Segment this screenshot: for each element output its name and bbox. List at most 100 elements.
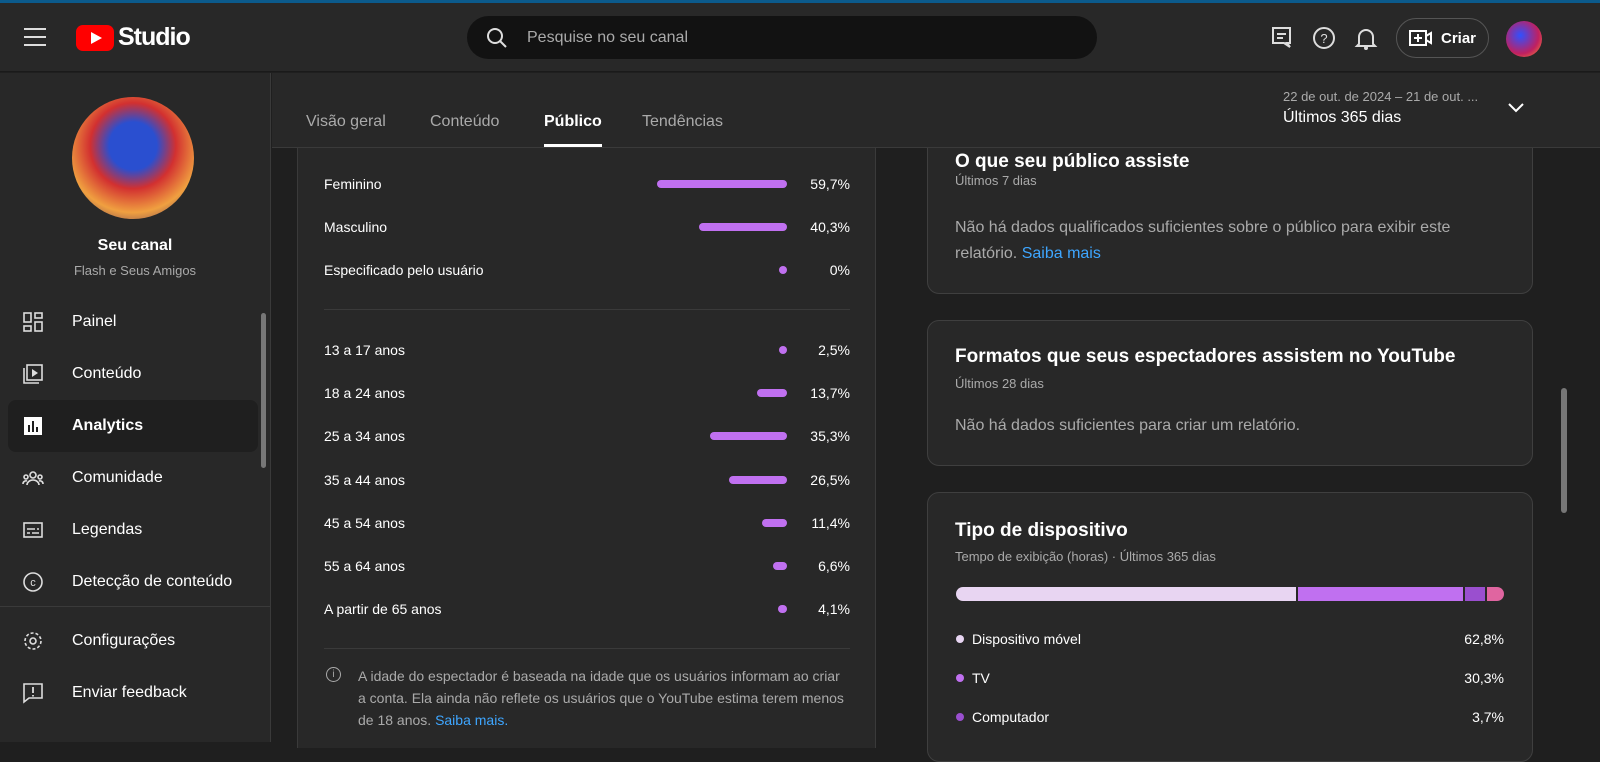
percent-bar xyxy=(778,605,787,614)
dashboard-icon xyxy=(23,312,43,332)
demographics-card: Feminino 59,7% Masculino 40,3% Especificado … xyxy=(297,148,876,748)
row-percent: 13,7% xyxy=(810,385,850,402)
row-percent: 35,3% xyxy=(810,428,850,445)
video-plus-icon xyxy=(1408,30,1432,46)
create-button[interactable]: Criar xyxy=(1396,18,1489,58)
sidebar-item-label: Configurações xyxy=(72,632,176,649)
analytics-icon xyxy=(24,417,42,435)
feedback-icon xyxy=(23,683,43,704)
account-avatar[interactable] xyxy=(1506,21,1542,57)
divider xyxy=(324,648,850,649)
sidebar-scrollbar[interactable] xyxy=(261,313,266,468)
age-row: 18 a 24 anos 13,7% xyxy=(324,383,850,403)
date-range[interactable]: 22 de out. de 2024 – 21 de out. ... xyxy=(1283,89,1478,104)
bell-icon[interactable] xyxy=(1353,25,1379,51)
sidebar-item-label: Analytics xyxy=(72,417,144,434)
community-icon xyxy=(22,471,44,486)
sidebar-item-deteccao[interactable]: c Detecção de conteúdo xyxy=(8,556,258,608)
sidebar-item-legendas[interactable]: Legendas xyxy=(8,504,258,556)
date-range-label[interactable]: Últimos 365 dias xyxy=(1283,109,1401,127)
device-bar-segment[interactable] xyxy=(1486,587,1504,601)
row-label: 45 a 54 anos xyxy=(324,514,405,531)
sidebar-item-label: Detecção de conteúdo xyxy=(72,573,233,590)
card-title: Formatos que seus espectadores assistem … xyxy=(955,346,1456,367)
main-scrollbar[interactable] xyxy=(1561,388,1567,513)
row-percent: 26,5% xyxy=(810,471,850,488)
device-label: Computador xyxy=(972,709,1050,725)
age-row: 13 a 17 anos 2,5% xyxy=(324,340,850,360)
device-percent: 30,3% xyxy=(1464,670,1504,686)
row-percent: 4,1% xyxy=(818,601,850,618)
formats-card: Formatos que seus espectadores assistem … xyxy=(927,320,1533,466)
age-row: 35 a 44 anos 26,5% xyxy=(324,470,850,490)
tab-tendencias[interactable]: Tendências xyxy=(642,113,723,131)
device-bar-segment[interactable] xyxy=(956,587,1297,601)
percent-bar xyxy=(729,475,787,484)
learn-more-link[interactable]: Saiba mais xyxy=(1022,245,1101,262)
percent-bar xyxy=(779,346,787,354)
help-icon[interactable]: ? xyxy=(1311,25,1337,51)
sidebar-item-label: Conteúdo xyxy=(72,365,142,382)
learn-more-link[interactable]: Saiba mais. xyxy=(435,712,508,728)
row-label: 25 a 34 anos xyxy=(324,428,405,445)
chevron-down-icon[interactable] xyxy=(1508,103,1524,113)
sidebar-item-feedback[interactable]: Enviar feedback xyxy=(8,667,258,719)
legend-dot xyxy=(956,635,964,643)
device-bar-segment[interactable] xyxy=(1464,587,1485,601)
svg-text:c: c xyxy=(30,577,36,589)
card-subtitle: Tempo de exibição (horas) · Últimos 365 … xyxy=(955,549,1216,564)
studio-logo[interactable]: Studio xyxy=(76,23,191,52)
sidebar-item-conteudo[interactable]: Conteúdo xyxy=(8,348,258,400)
row-percent: 6,6% xyxy=(818,558,850,574)
device-percent: 62,8% xyxy=(1464,631,1504,647)
create-label: Criar xyxy=(1440,29,1477,47)
top-bar: Studio Pesquise no seu canal ? Criar xyxy=(0,3,1600,72)
device-bar-segment[interactable] xyxy=(1298,587,1463,601)
device-label: TV xyxy=(972,670,990,686)
age-note: i A idade do espectador é baseada na idad… xyxy=(324,665,850,731)
divider xyxy=(324,309,850,310)
sidebar-item-painel[interactable]: Painel xyxy=(8,296,258,348)
row-label: 13 a 17 anos xyxy=(324,342,405,358)
sidebar-item-comunidade[interactable]: Comunidade xyxy=(8,452,258,504)
card-title: O que seu público assiste xyxy=(955,151,1190,172)
card-message: Não há dados qualificados suficientes so… xyxy=(955,215,1515,267)
legend-dot xyxy=(956,713,964,721)
age-row: A partir de 65 anos 4,1% xyxy=(324,599,850,619)
gender-row: Feminino 59,7% xyxy=(324,174,850,194)
row-percent: 40,3% xyxy=(810,219,850,235)
row-label: 18 a 24 anos xyxy=(324,385,405,402)
sidebar-item-configuracoes[interactable]: Configurações xyxy=(8,615,258,667)
percent-bar xyxy=(656,180,787,188)
gender-row: Especificado pelo usuário 0% xyxy=(324,260,850,280)
sidebar-item-analytics[interactable]: Analytics xyxy=(8,400,258,452)
content-icon xyxy=(23,364,43,384)
tab-visao-geral[interactable]: Visão geral xyxy=(306,113,386,131)
svg-text:?: ? xyxy=(1320,31,1327,46)
sidebar-item-label: Painel xyxy=(72,313,117,330)
logo-text: Studio xyxy=(118,23,191,51)
search-placeholder: Pesquise no seu canal xyxy=(527,28,688,46)
row-percent: 2,5% xyxy=(818,342,850,358)
card-subtitle: Últimos 7 dias xyxy=(955,173,1037,188)
device-type-card: Tipo de dispositivo Tempo de exibição (h… xyxy=(927,492,1533,762)
comment-icon[interactable] xyxy=(1269,25,1295,51)
info-icon: i xyxy=(326,667,341,682)
menu-icon[interactable] xyxy=(24,28,46,52)
card-title: Tipo de dispositivo xyxy=(955,520,1128,541)
row-label: Masculino xyxy=(324,219,388,235)
search-input[interactable]: Pesquise no seu canal xyxy=(467,16,1097,59)
channel-name: Flash e Seus Amigos xyxy=(73,263,197,278)
tab-conteudo[interactable]: Conteúdo xyxy=(430,113,499,131)
row-label: A partir de 65 anos xyxy=(324,601,442,618)
copyright-icon: c xyxy=(23,572,43,592)
sidebar-item-label: Comunidade xyxy=(72,469,163,486)
row-percent: 0% xyxy=(829,262,850,278)
row-label: 55 a 64 anos xyxy=(324,558,405,574)
subtitles-icon xyxy=(23,522,43,538)
percent-bar xyxy=(710,432,787,441)
channel-avatar[interactable] xyxy=(72,97,194,219)
sidebar-item-label: Legendas xyxy=(72,521,143,538)
sidebar-item-label: Enviar feedback xyxy=(72,684,187,701)
tab-publico[interactable]: Público xyxy=(544,113,602,147)
